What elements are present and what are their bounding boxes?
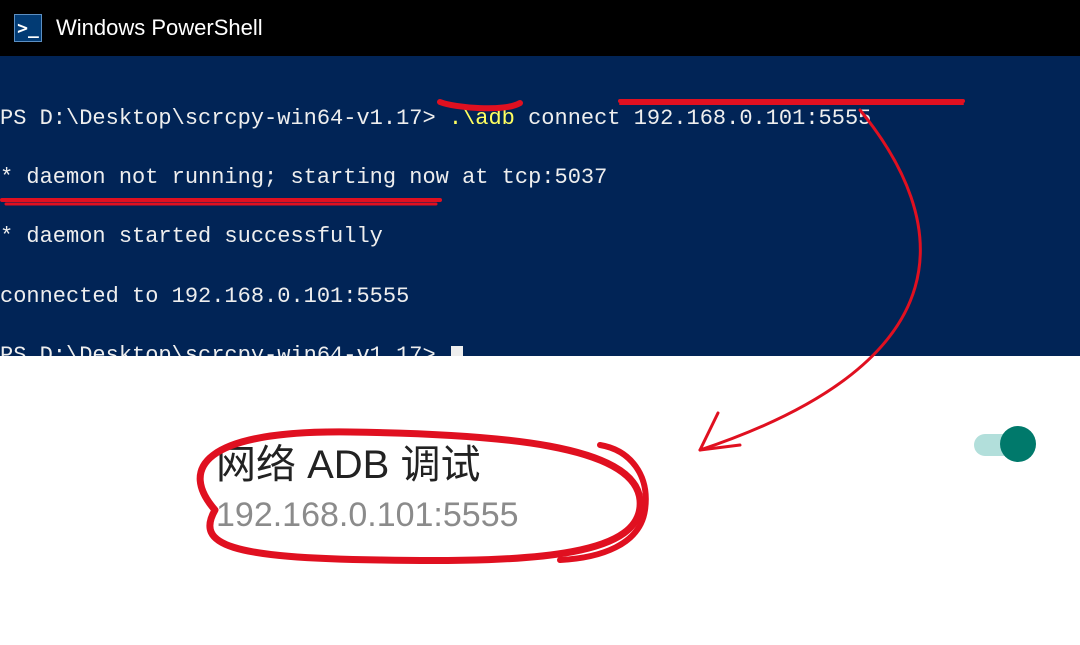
terminal-cursor xyxy=(451,346,463,356)
command-part: .\adb xyxy=(449,106,515,131)
window-title: Windows PowerShell xyxy=(56,15,263,41)
toggle-thumb xyxy=(1000,426,1036,462)
output-line: connected to 192.168.0.101:5555 xyxy=(0,284,409,309)
setting-address: 192.168.0.101:5555 xyxy=(216,496,1040,535)
settings-panel: 网络 ADB 调试 192.168.0.101:5555 xyxy=(0,356,1080,535)
output-line: * daemon started successfully xyxy=(0,224,383,249)
prompt: PS D:\Desktop\scrcpy-win64-v1.17> xyxy=(0,343,436,356)
adb-toggle[interactable] xyxy=(974,426,1036,462)
terminal-area[interactable]: PS D:\Desktop\scrcpy-win64-v1.17> .\adb … xyxy=(0,56,1080,356)
prompt: PS D:\Desktop\scrcpy-win64-v1.17> xyxy=(0,106,436,131)
output-line: * daemon not running; starting now at tc… xyxy=(0,165,607,190)
command-arg: connect 192.168.0.101:5555 xyxy=(528,106,871,131)
powershell-icon: >_ xyxy=(14,14,42,42)
window-titlebar[interactable]: >_ Windows PowerShell xyxy=(0,0,1080,56)
setting-title: 网络 ADB 调试 xyxy=(216,432,1040,490)
